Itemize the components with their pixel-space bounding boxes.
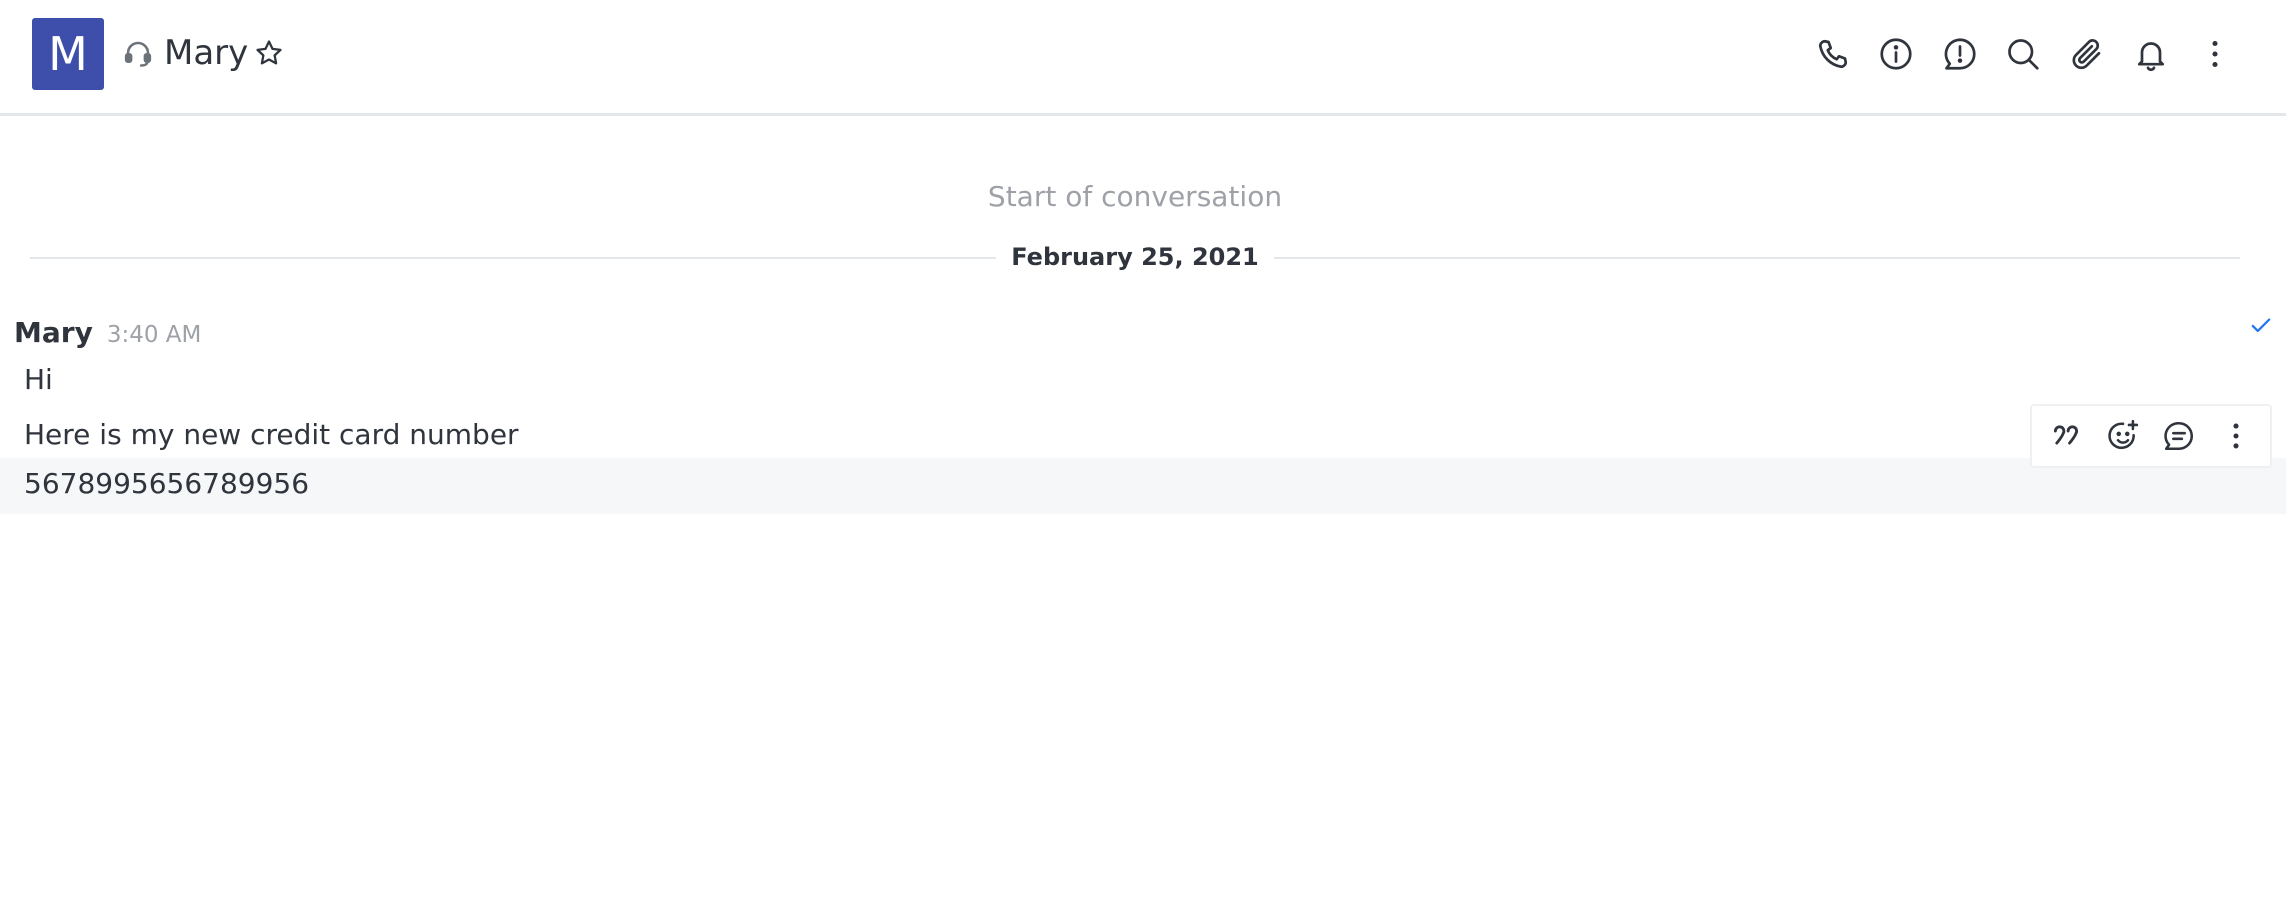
phone-icon <box>1818 39 1848 69</box>
add-reaction-button[interactable] <box>2101 414 2145 458</box>
notifications-button[interactable] <box>2129 32 2173 76</box>
kebab-menu-icon <box>2233 423 2239 449</box>
search-messages-button[interactable] <box>2001 32 2045 76</box>
star-icon[interactable] <box>254 38 284 68</box>
message-time: 3:40 AM <box>106 322 202 348</box>
message-body: Hi <box>24 363 53 396</box>
kebab-menu-icon <box>2212 40 2218 68</box>
files-button[interactable] <box>2065 32 2109 76</box>
message[interactable]: Here is my new credit card number <box>0 407 2286 463</box>
divider-line <box>30 257 996 259</box>
divider-line <box>1274 257 2240 259</box>
paperclip-icon <box>2072 39 2101 70</box>
quote-icon <box>2054 425 2079 445</box>
bell-icon <box>2137 42 2165 71</box>
discussion-button[interactable] <box>1938 32 1982 76</box>
room-info-button[interactable] <box>1874 32 1918 76</box>
more-actions-button[interactable] <box>2214 414 2258 458</box>
message-hovered[interactable]: 5678995656789956 <box>0 458 2286 514</box>
call-button[interactable] <box>1811 32 1855 76</box>
room-header: M Mary <box>0 0 2286 116</box>
message[interactable]: Hi <box>0 352 2286 408</box>
message-body: Here is my new credit card number <box>24 418 519 451</box>
message-actions-toolbar <box>2030 404 2272 468</box>
discussion-icon <box>1944 38 1976 70</box>
quote-button[interactable] <box>2044 414 2088 458</box>
room-avatar[interactable]: M <box>32 18 104 90</box>
reply-in-thread-button[interactable] <box>2157 414 2201 458</box>
date-divider: February 25, 2021 <box>30 240 2240 271</box>
check-icon <box>2251 318 2271 333</box>
divider-date: February 25, 2021 <box>1011 243 1259 271</box>
info-icon <box>1880 38 1912 70</box>
room-title[interactable]: Mary <box>164 30 248 76</box>
message-author[interactable]: Mary <box>14 316 93 349</box>
headset-icon <box>124 41 152 67</box>
start-of-conversation: Start of conversation <box>987 180 1283 213</box>
message-body: 5678995656789956 <box>24 467 310 500</box>
message-header: Mary 3:40 AM <box>14 316 201 354</box>
thread-icon <box>2164 421 2194 451</box>
search-icon <box>2008 39 2039 70</box>
more-options-button[interactable] <box>2193 32 2237 76</box>
add-reaction-icon <box>2108 419 2138 450</box>
